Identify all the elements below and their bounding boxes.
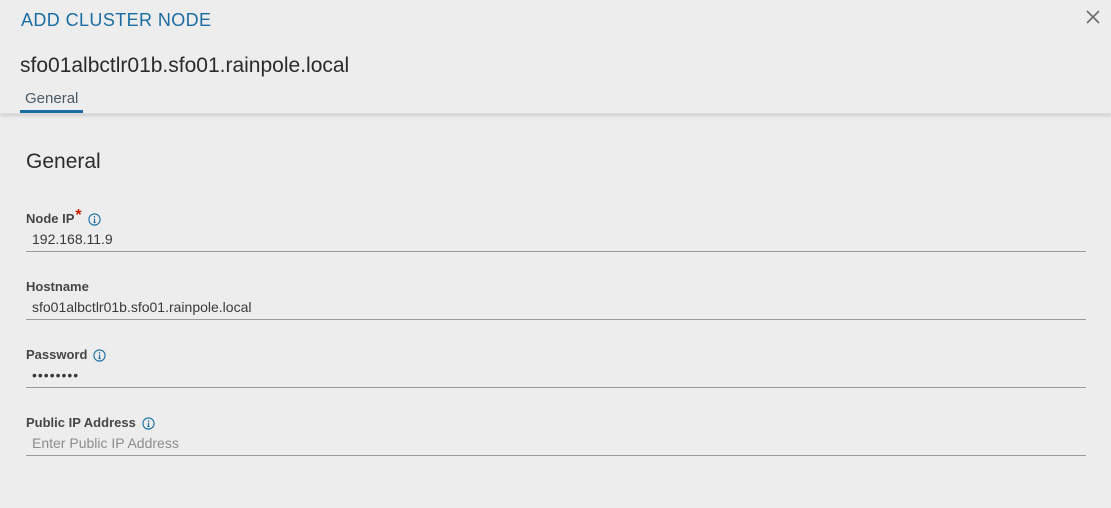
add-cluster-node-modal: ADD CLUSTER NODE sfo01albctlr01b.sfo01.r… [0, 0, 1111, 508]
info-icon[interactable] [142, 416, 155, 430]
public-ip-label: Public IP Address [26, 415, 136, 430]
public-ip-field: Public IP Address [26, 414, 1086, 456]
node-ip-field: Node IP * [26, 207, 1086, 252]
public-ip-label-row: Public IP Address [26, 414, 1086, 432]
hostname-field: Hostname [26, 278, 1086, 320]
required-indicator: * [75, 207, 82, 224]
node-ip-label-row: Node IP * [26, 207, 1086, 228]
close-button[interactable] [1084, 8, 1102, 26]
info-icon[interactable] [87, 212, 101, 226]
modal-title: ADD CLUSTER NODE [21, 10, 212, 30]
public-ip-input[interactable] [26, 432, 1086, 456]
close-icon [1086, 10, 1100, 24]
password-label: Password [26, 347, 88, 362]
section-title: General [26, 150, 101, 173]
hostname-input[interactable] [26, 296, 1086, 320]
hostname-label: Hostname [26, 279, 89, 294]
modal-header: ADD CLUSTER NODE sfo01albctlr01b.sfo01.r… [0, 0, 1111, 114]
tab-general[interactable]: General [20, 90, 84, 113]
info-icon[interactable] [93, 348, 107, 362]
node-ip-label: Node IP [26, 211, 75, 226]
password-label-row: Password [26, 346, 1086, 364]
password-field: Password [26, 346, 1086, 388]
node-hostname-heading: sfo01albctlr01b.sfo01.rainpole.local [20, 54, 350, 77]
hostname-label-row: Hostname [26, 278, 1086, 296]
password-input[interactable] [26, 364, 1086, 388]
node-ip-input[interactable] [26, 228, 1086, 252]
